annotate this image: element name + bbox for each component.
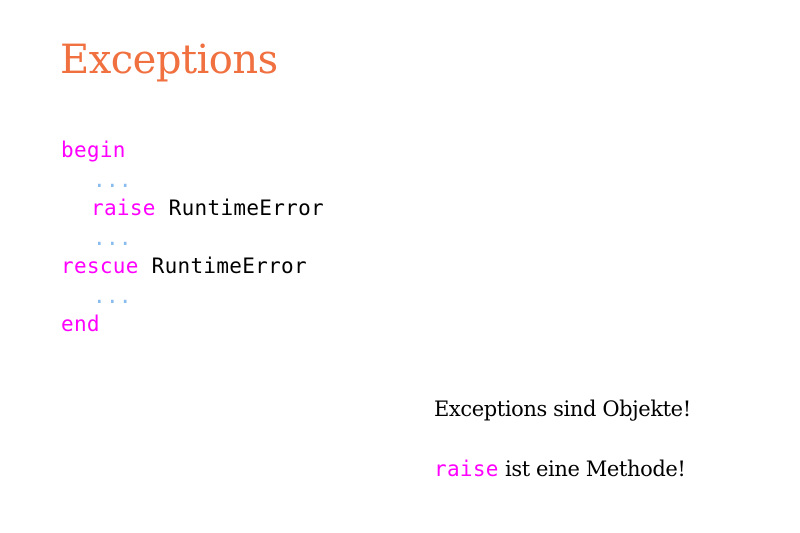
code-line-ellipsis: ... (93, 282, 132, 310)
note-exceptions-objects: Exceptions sind Objekte! (434, 397, 691, 421)
ellipsis-placeholder: ... (93, 168, 132, 192)
slide-title: Exceptions (60, 37, 278, 83)
raise-keyword: raise (91, 196, 156, 220)
code-line-raise: raise RuntimeError (91, 194, 324, 222)
ellipsis-placeholder: ... (93, 226, 132, 250)
rescue-keyword: rescue (61, 254, 139, 278)
ellipsis-placeholder: ... (93, 284, 132, 308)
code-line-begin: begin (61, 136, 126, 164)
code-line-ellipsis: ... (93, 224, 132, 252)
begin-keyword: begin (61, 138, 126, 162)
code-line-end: end (61, 310, 100, 338)
code-line-rescue: rescue RuntimeError (61, 252, 307, 280)
rescue-argument: RuntimeError (151, 254, 307, 278)
raise-inline-code: raise (434, 457, 499, 481)
end-keyword: end (61, 312, 100, 336)
note-raise-text: ist eine Methode! (505, 457, 686, 481)
code-line-ellipsis: ... (93, 166, 132, 194)
note-raise-method: raise ist eine Methode! (434, 455, 686, 483)
raise-argument: RuntimeError (168, 196, 324, 220)
